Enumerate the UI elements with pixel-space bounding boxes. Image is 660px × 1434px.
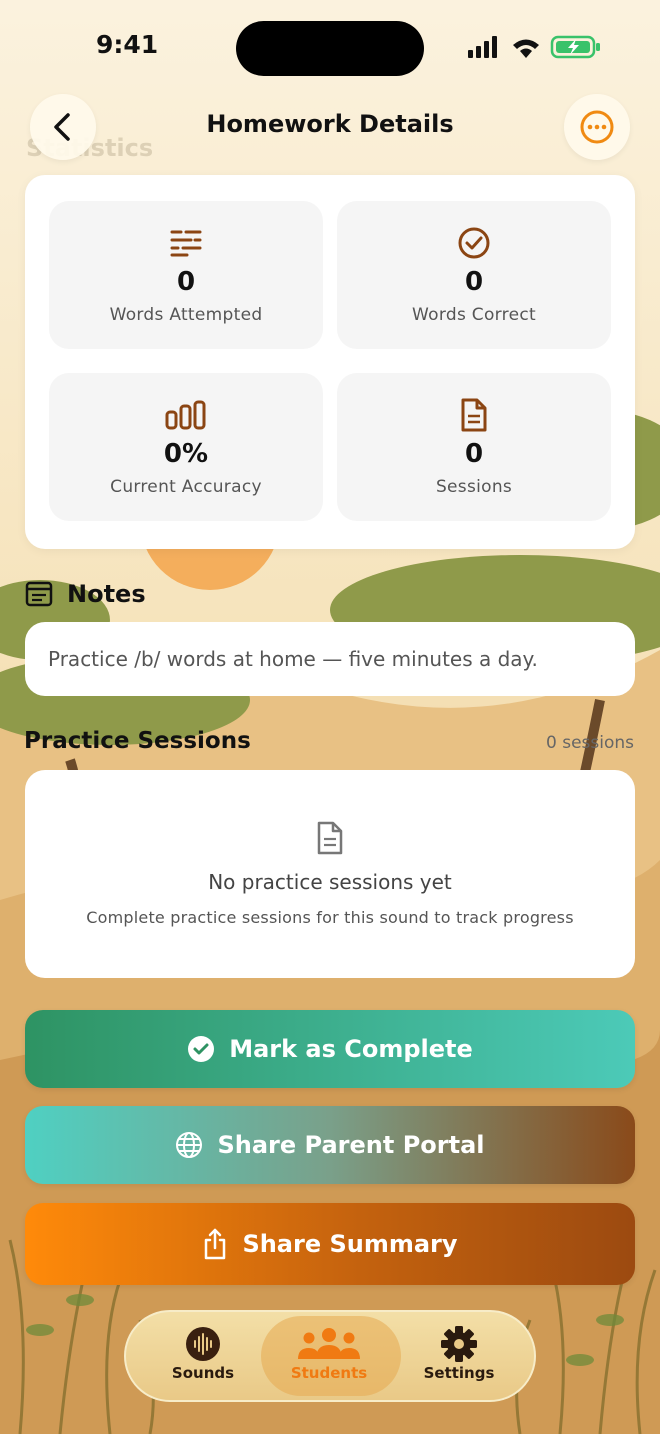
stat-label: Words Attempted <box>109 305 263 325</box>
bar-chart-icon <box>165 400 206 430</box>
stat-tile-current-accuracy: 0% Current Accuracy <box>49 373 323 521</box>
empty-state-subtitle: Complete practice sessions for this soun… <box>86 908 574 927</box>
share-parent-portal-label: Share Parent Portal <box>217 1131 485 1159</box>
tab-students[interactable]: Students <box>261 1312 401 1400</box>
stat-tile-words-attempted: 0 Words Attempted <box>49 201 323 349</box>
mark-complete-label: Mark as Complete <box>229 1035 473 1063</box>
chevron-left-icon <box>54 113 70 141</box>
stat-label: Current Accuracy <box>110 477 262 497</box>
dynamic-island <box>236 21 424 76</box>
gear-icon <box>441 1326 477 1362</box>
stat-value: 0 <box>464 439 484 469</box>
stat-value: 0% <box>163 439 209 469</box>
back-button[interactable] <box>30 94 96 160</box>
stat-label: Sessions <box>435 477 513 497</box>
tab-sounds-label: Sounds <box>171 1364 235 1382</box>
stat-value: 0 <box>176 267 196 297</box>
checkmark-circle-icon <box>188 1036 215 1062</box>
tab-students-label: Students <box>290 1364 368 1382</box>
signal-icon <box>468 36 497 58</box>
status-time: 9:41 <box>96 30 159 59</box>
stat-value: 0 <box>464 267 484 297</box>
practice-sessions-empty-state: No practice sessions yet Complete practi… <box>25 770 635 978</box>
practice-sessions-title: Practice Sessions <box>24 728 251 754</box>
ellipsis-circle-icon <box>580 110 614 144</box>
tab-bar: Sounds Students Settings <box>124 1310 536 1402</box>
tab-sounds[interactable]: Sounds <box>138 1312 268 1400</box>
globe-icon <box>176 1132 203 1158</box>
battery-icon <box>550 35 600 59</box>
mark-complete-button[interactable]: Mark as Complete <box>25 1010 635 1088</box>
wifi-icon <box>513 39 539 58</box>
stat-label: Words Correct <box>412 305 536 325</box>
document-icon <box>461 398 487 432</box>
notes-icon <box>25 581 53 607</box>
people-icon <box>298 1328 360 1359</box>
tab-settings[interactable]: Settings <box>394 1312 524 1400</box>
document-icon <box>317 821 343 855</box>
share-summary-label: Share Summary <box>242 1230 458 1258</box>
status-icons <box>466 34 602 64</box>
page-title: Homework Details <box>206 110 454 138</box>
statistics-card: 0 Words Attempted 0 Words Correct 0% Cur… <box>25 175 635 549</box>
stat-tile-sessions: 0 Sessions <box>337 373 611 521</box>
tab-settings-label: Settings <box>423 1364 495 1382</box>
share-parent-portal-button[interactable]: Share Parent Portal <box>25 1106 635 1184</box>
empty-state-title: No practice sessions yet <box>208 870 452 894</box>
more-options-button[interactable] <box>564 94 630 160</box>
notes-title: Notes <box>67 580 146 608</box>
share-summary-button[interactable]: Share Summary <box>25 1203 635 1285</box>
notes-header: Notes <box>25 580 146 608</box>
waveform-icon <box>186 1327 220 1361</box>
list-lines-icon <box>170 230 202 257</box>
notes-text: Practice /b/ words at home — five minute… <box>25 622 635 696</box>
check-circle-icon <box>458 227 490 259</box>
practice-sessions-count: 0 sessions <box>546 733 634 753</box>
stat-tile-words-correct: 0 Words Correct <box>337 201 611 349</box>
share-icon <box>205 1228 226 1260</box>
